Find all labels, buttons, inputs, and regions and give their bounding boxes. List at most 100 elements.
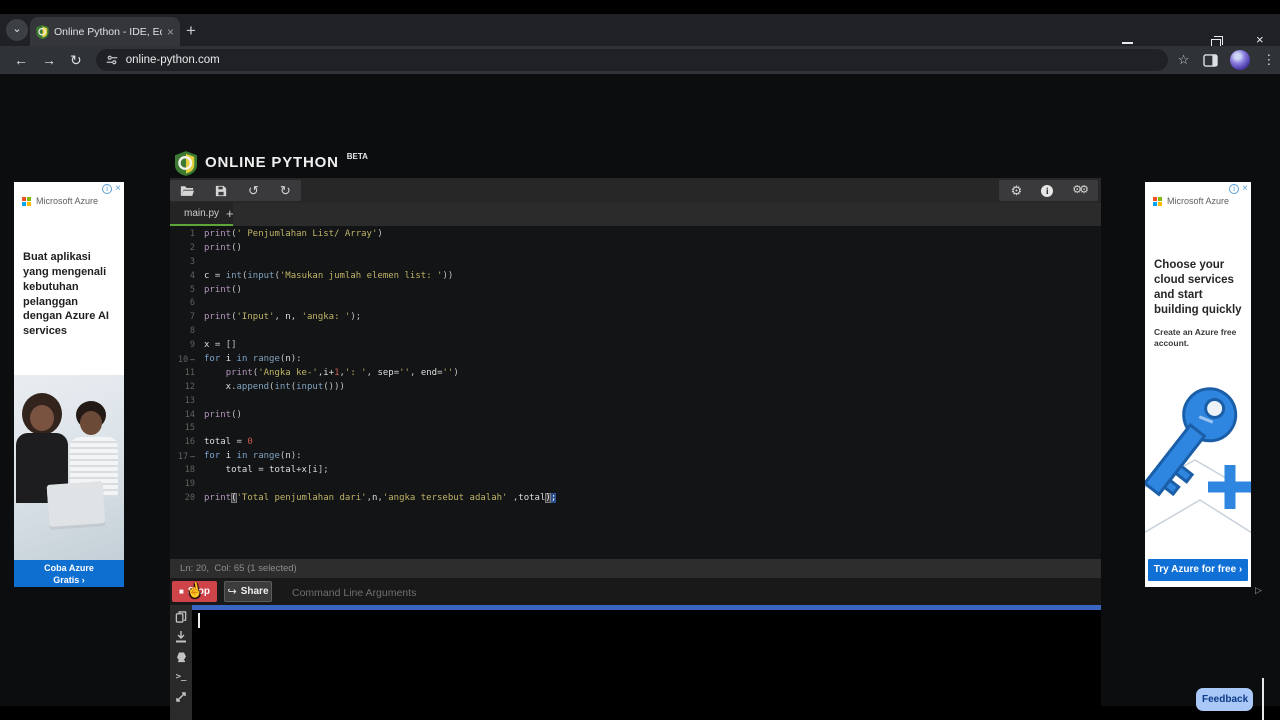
browser-menu-icon[interactable]: ⋮: [1262, 52, 1275, 68]
ad-controls: i ×: [102, 184, 121, 194]
ad-left-cta-line1: Coba Azure: [44, 563, 94, 573]
code-line[interactable]: [204, 256, 1101, 270]
code-line[interactable]: [204, 422, 1101, 436]
fold-widget-icon[interactable]: –: [190, 355, 195, 364]
code-line[interactable]: x.append(int(input())): [204, 381, 1101, 395]
bookmark-star-icon[interactable]: ☆: [1178, 52, 1190, 68]
site-logo[interactable]: ONLINE PYTHON BETA: [175, 151, 368, 176]
window-minimize-button[interactable]: [1122, 42, 1133, 44]
code-line[interactable]: c = int(input('Masukan jumlah elemen lis…: [204, 270, 1101, 284]
line-number: 5: [189, 284, 195, 295]
ad-right-cta-button[interactable]: Try Azure for free ›: [1148, 559, 1248, 581]
side-panel-icon[interactable]: [1203, 53, 1219, 67]
ad-photo[interactable]: [14, 375, 124, 560]
line-number: 16: [184, 437, 195, 448]
file-tab-mainpy[interactable]: main.py: [170, 203, 234, 226]
line-number: 14: [184, 409, 195, 420]
editor-code[interactable]: print(' Penjumlahan List/ Array') print()…: [201, 226, 1101, 559]
settings-gear-icon[interactable]: ⚙: [1011, 184, 1023, 197]
code-line[interactable]: print(): [204, 409, 1101, 423]
tab-title: Online Python - IDE, Editor, Co: [54, 25, 162, 38]
share-label: Share: [240, 586, 269, 597]
chevron-down-icon: ⌄: [12, 23, 22, 35]
ide-toolbar: ↺ ↻ ⚙ i ⚙⚙: [170, 178, 1101, 203]
line-number: 13: [184, 395, 195, 406]
console-panel: >_: [170, 605, 1101, 720]
tab-search-button[interactable]: ⌄: [6, 19, 28, 41]
code-line[interactable]: x = []: [204, 339, 1101, 353]
code-line[interactable]: print(): [204, 284, 1101, 298]
ad-info-icon[interactable]: i: [102, 184, 113, 194]
profile-avatar[interactable]: [1230, 50, 1251, 70]
browser-tab[interactable]: Online Python - IDE, Editor, Co ×: [30, 17, 180, 46]
ad-left-cta-button[interactable]: Coba Azure Gratis ›: [14, 560, 124, 587]
fold-widget-icon[interactable]: –: [190, 452, 195, 461]
cursor-position-statusbar: Ln: 20, Col: 65 (1 selected): [170, 559, 1101, 578]
tab-close-icon[interactable]: ×: [167, 26, 174, 38]
download-output-icon[interactable]: [175, 631, 187, 643]
code-line[interactable]: [204, 297, 1101, 311]
console-selection-band: [192, 605, 1101, 610]
code-line[interactable]: [204, 478, 1101, 492]
code-line[interactable]: [204, 395, 1101, 409]
code-line[interactable]: print('Total penjumlahan dari',n,'angka …: [204, 492, 1101, 506]
expand-output-icon[interactable]: [175, 691, 187, 703]
code-line[interactable]: print(' Penjumlahan List/ Array'): [204, 228, 1101, 242]
line-number: 1: [189, 229, 195, 239]
open-folder-icon[interactable]: [180, 185, 194, 197]
console-toolbar: >_: [170, 605, 192, 720]
ad-close-icon[interactable]: ×: [115, 184, 121, 194]
line-number: 12: [184, 381, 195, 392]
services-gears-icon[interactable]: ⚙⚙: [1072, 184, 1089, 197]
code-line[interactable]: for i in range(n):: [204, 450, 1101, 464]
terminal-icon[interactable]: >_: [175, 671, 187, 683]
window-close-button[interactable]: ×: [1256, 32, 1264, 47]
back-button[interactable]: ←: [14, 52, 28, 68]
console-output[interactable]: [192, 605, 1101, 720]
ad-info-icon[interactable]: i: [1229, 184, 1240, 194]
adchoices-icon[interactable]: ▷: [1255, 585, 1262, 596]
ad-right-subtext: Create an Azure free account.: [1154, 326, 1237, 348]
ad-left-text: Buat aplikasi yang mengenali kebutuhan p…: [23, 251, 109, 338]
command-line-arguments-input[interactable]: [290, 578, 694, 607]
line-number: 19: [184, 479, 195, 490]
reload-button[interactable]: ↻: [70, 52, 82, 69]
clear-output-icon[interactable]: [175, 651, 187, 663]
editor-gutter: 1 2 3 4 5 6 7 8 9 10–11 12 13 14 15 16 17–18 19 20: [170, 226, 201, 559]
ad-right-azure[interactable]: i × Microsoft Azure Choose your cloud se…: [1145, 182, 1251, 587]
redo-icon[interactable]: ↻: [280, 184, 291, 197]
line-number: 9: [189, 340, 195, 351]
undo-icon[interactable]: ↺: [248, 184, 259, 197]
ad-left-azure[interactable]: i × Microsoft Azure Buat aplikasi yang m…: [14, 182, 124, 587]
file-tab-label: main.py: [184, 208, 220, 219]
code-editor[interactable]: 1 2 3 4 5 6 7 8 9 10–11 12 13 14 15 16 17–18 19 20 print(…: [170, 226, 1101, 559]
site-favicon-icon: [36, 24, 49, 39]
code-line[interactable]: print('Input', n, 'angka: ');: [204, 311, 1101, 325]
microsoft-logo-icon: [1153, 196, 1162, 206]
new-tab-button[interactable]: +: [186, 22, 196, 39]
line-number: 17–: [177, 452, 195, 463]
code-line[interactable]: print(): [204, 242, 1101, 256]
share-button[interactable]: ↪ Share: [224, 581, 272, 602]
code-line[interactable]: print('Angka ke-',i+1,': ', sep='', end=…: [204, 367, 1101, 381]
forward-button[interactable]: →: [42, 52, 56, 68]
code-line[interactable]: total = 0: [204, 436, 1101, 450]
add-file-button[interactable]: +: [226, 206, 234, 221]
ad-close-icon[interactable]: ×: [1242, 184, 1248, 194]
copy-output-icon[interactable]: [175, 611, 187, 623]
share-arrow-icon: ↪: [227, 586, 237, 598]
line-number: 4: [189, 270, 195, 281]
code-line[interactable]: total = total+x[i];: [204, 464, 1101, 478]
microsoft-azure-label: Microsoft Azure: [36, 196, 99, 206]
info-icon[interactable]: i: [1041, 184, 1054, 197]
ad-left-cta-line2: Gratis ›: [53, 575, 85, 586]
save-icon[interactable]: [215, 185, 227, 197]
code-line[interactable]: [204, 325, 1101, 339]
microsoft-logo-icon: [22, 196, 31, 206]
scrollbar-fragment: [1262, 678, 1264, 720]
code-line[interactable]: for i in range(n):: [204, 353, 1101, 367]
url-bar[interactable]: online-python.com: [95, 49, 1168, 71]
feedback-button[interactable]: Feedback: [1196, 688, 1253, 711]
microsoft-azure-logo: Microsoft Azure: [22, 196, 124, 206]
file-tab-bar: main.py +: [170, 203, 1101, 226]
